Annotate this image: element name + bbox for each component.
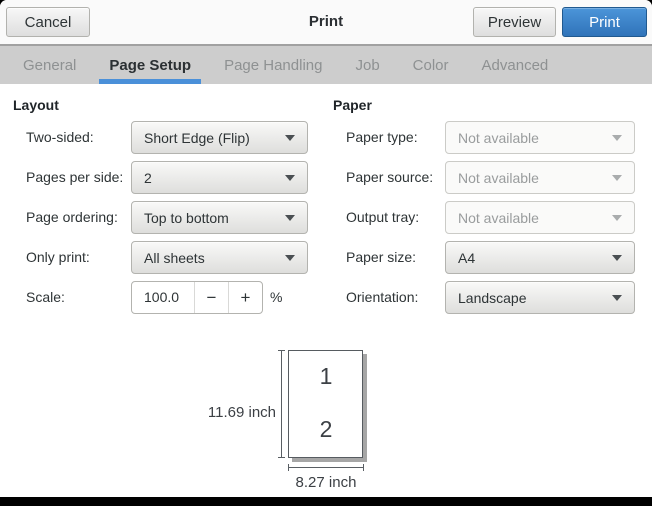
orientation-value: Landscape (458, 290, 527, 306)
scale-decrease-button[interactable]: − (194, 282, 228, 313)
scale-increase-button[interactable]: + (228, 282, 262, 313)
print-dialog: Cancel Print Preview Print General Page … (0, 0, 652, 497)
orientation-dropdown[interactable]: Landscape (445, 281, 635, 314)
tab-general[interactable]: General (13, 46, 86, 84)
paper-section-heading: Paper (333, 97, 372, 113)
two-sided-dropdown[interactable]: Short Edge (Flip) (131, 121, 308, 154)
page-ordering-label: Page ordering: (26, 201, 118, 234)
pages-per-side-label: Pages per side: (26, 161, 123, 194)
width-measure-cap-right (363, 464, 364, 471)
height-measure-cap-top (278, 350, 285, 351)
preview-page-number-1: 1 (288, 363, 364, 390)
pages-per-side-dropdown[interactable]: 2 (131, 161, 308, 194)
page-ordering-value: Top to bottom (144, 210, 229, 226)
tab-page-setup[interactable]: Page Setup (99, 46, 201, 84)
tab-job[interactable]: Job (345, 46, 389, 84)
only-print-label: Only print: (26, 241, 90, 274)
page-height-label: 11.69 inch (168, 404, 276, 421)
page-ordering-dropdown[interactable]: Top to bottom (131, 201, 308, 234)
chevron-down-icon (285, 215, 295, 221)
width-measure-cap-left (288, 464, 289, 471)
height-measure-cap-bottom (278, 457, 285, 458)
chevron-down-icon (612, 135, 622, 141)
scale-label: Scale: (26, 281, 65, 314)
preview-button[interactable]: Preview (473, 7, 556, 37)
two-sided-label: Two-sided: (26, 121, 94, 154)
tab-color[interactable]: Color (403, 46, 459, 84)
paper-size-label: Paper size: (346, 241, 416, 274)
tab-advanced[interactable]: Advanced (472, 46, 559, 84)
scale-unit-label: % (270, 281, 282, 314)
chevron-down-icon (612, 175, 622, 181)
only-print-dropdown[interactable]: All sheets (131, 241, 308, 274)
tab-bar: General Page Setup Page Handling Job Col… (0, 46, 652, 84)
tab-page-handling[interactable]: Page Handling (214, 46, 332, 84)
headerbar: Cancel Print Preview Print (0, 0, 652, 46)
paper-source-value: Not available (458, 170, 539, 186)
chevron-down-icon (612, 255, 622, 261)
page-width-label: 8.27 inch (280, 474, 372, 491)
chevron-down-icon (612, 295, 622, 301)
pages-per-side-value: 2 (144, 170, 152, 186)
paper-type-dropdown: Not available (445, 121, 635, 154)
chevron-down-icon (285, 175, 295, 181)
orientation-label: Orientation: (346, 281, 418, 314)
chevron-down-icon (285, 135, 295, 141)
paper-size-value: A4 (458, 250, 475, 266)
paper-size-dropdown[interactable]: A4 (445, 241, 635, 274)
preview-page-number-2: 2 (288, 416, 364, 443)
layout-section-heading: Layout (13, 97, 59, 113)
paper-type-value: Not available (458, 130, 539, 146)
output-tray-label: Output tray: (346, 201, 419, 234)
height-measure-line (281, 350, 282, 458)
paper-type-label: Paper type: (346, 121, 418, 154)
output-tray-dropdown: Not available (445, 201, 635, 234)
only-print-value: All sheets (144, 250, 205, 266)
scale-spinbutton: 100.0 − + (131, 281, 263, 314)
scale-input[interactable]: 100.0 (132, 282, 194, 313)
width-measure-line (288, 467, 364, 468)
paper-source-label: Paper source: (346, 161, 433, 194)
two-sided-value: Short Edge (Flip) (144, 130, 250, 146)
paper-source-dropdown: Not available (445, 161, 635, 194)
chevron-down-icon (612, 215, 622, 221)
output-tray-value: Not available (458, 210, 539, 226)
print-button[interactable]: Print (562, 7, 647, 37)
chevron-down-icon (285, 255, 295, 261)
